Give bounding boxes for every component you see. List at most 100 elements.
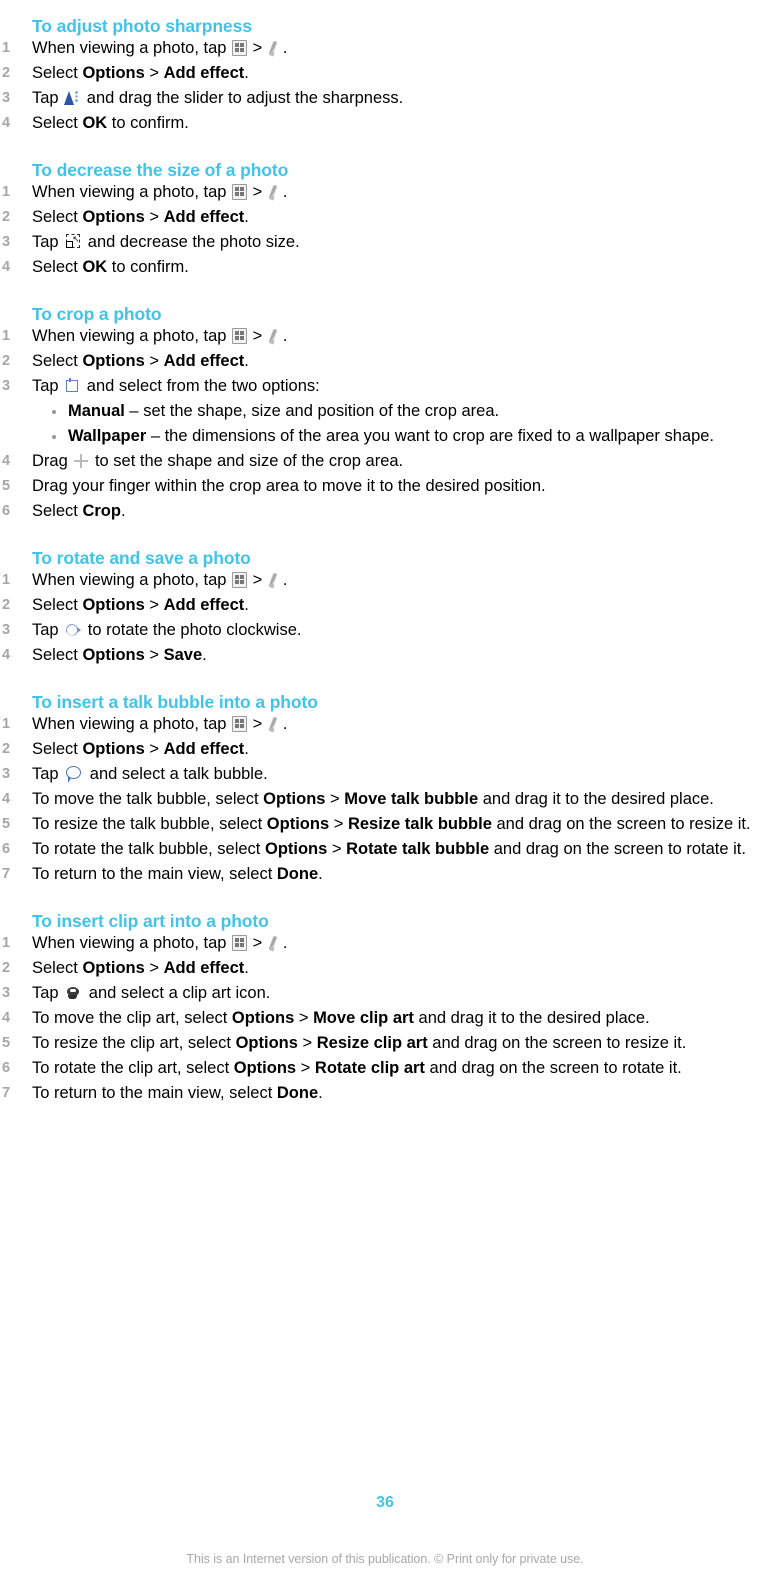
emphasis-text: Manual bbox=[68, 402, 125, 420]
step-text: and decrease the photo size. bbox=[83, 233, 300, 251]
emphasis-text: Options bbox=[82, 64, 145, 82]
step-text: To move the talk bubble, select bbox=[32, 790, 264, 808]
step-text: and select a talk bubble. bbox=[85, 765, 268, 783]
emphasis-text: Crop bbox=[82, 502, 121, 520]
emphasis-text: Options bbox=[82, 208, 145, 226]
step-text: . bbox=[282, 715, 288, 733]
step-text: > bbox=[248, 183, 267, 201]
step-text: Select bbox=[32, 596, 83, 614]
step-text: > bbox=[248, 934, 267, 952]
section-heading: To insert clip art into a photo bbox=[32, 911, 269, 931]
emphasis-text: Options bbox=[82, 352, 145, 370]
step-item: When viewing a photo, tap > . bbox=[0, 36, 770, 61]
emphasis-text: Done bbox=[276, 1084, 319, 1102]
step-text: Select bbox=[32, 959, 83, 977]
step-text: . bbox=[244, 596, 249, 614]
step-text: and drag the slider to adjust the sharpn… bbox=[82, 89, 404, 107]
step-item: When viewing a photo, tap > . bbox=[0, 324, 770, 349]
step-text: . bbox=[282, 571, 288, 589]
step-text: > bbox=[248, 327, 267, 345]
section-heading: To decrease the size of a photo bbox=[32, 160, 289, 180]
resize-icon: ↖ bbox=[65, 234, 81, 250]
step-item: Select Options > Add effect. bbox=[0, 737, 770, 762]
emphasis-text: Add effect bbox=[163, 352, 245, 370]
step-text: Tap bbox=[32, 621, 64, 639]
option-list: Manual – set the shape, size and positio… bbox=[32, 399, 770, 449]
step-text: and drag on the screen to resize it. bbox=[427, 1034, 687, 1052]
step-item: To resize the clip art, select Options >… bbox=[0, 1031, 770, 1056]
step-text: When viewing a photo, tap bbox=[32, 183, 232, 201]
step-text: > bbox=[248, 571, 267, 589]
section-heading: To crop a photo bbox=[32, 304, 162, 324]
emphasis-text: Resize talk bubble bbox=[347, 815, 492, 833]
step-item: When viewing a photo, tap > . bbox=[0, 180, 770, 205]
step-item: Select Options > Add effect. bbox=[0, 349, 770, 374]
pen-icon bbox=[268, 716, 282, 732]
step-text: > bbox=[327, 840, 347, 858]
emphasis-text: Save bbox=[163, 646, 203, 664]
step-text: – the dimensions of the area you want to… bbox=[146, 427, 715, 445]
emphasis-text: Wallpaper bbox=[68, 427, 147, 445]
emphasis-text: Add effect bbox=[163, 596, 245, 614]
step-item: When viewing a photo, tap > . bbox=[0, 712, 770, 737]
step-text: Tap bbox=[32, 984, 64, 1002]
step-text: Select bbox=[32, 646, 83, 664]
step-item: Tap and select a clip art icon. bbox=[0, 981, 770, 1006]
step-text: > bbox=[144, 740, 164, 758]
emphasis-text: Add effect bbox=[163, 208, 245, 226]
clip-art-icon bbox=[65, 986, 82, 1001]
step-text: . bbox=[244, 208, 249, 226]
emphasis-text: OK bbox=[82, 114, 108, 132]
pen-icon bbox=[268, 572, 282, 588]
talk-bubble-icon bbox=[65, 766, 83, 783]
step-list: When viewing a photo, tap > . Select Opti… bbox=[0, 180, 770, 280]
step-text: To return to the main view, select bbox=[32, 1084, 277, 1102]
step-text: . bbox=[244, 959, 249, 977]
step-text: To move the clip art, select bbox=[32, 1009, 232, 1027]
step-text: > bbox=[297, 1034, 317, 1052]
step-item: When viewing a photo, tap > . bbox=[0, 931, 770, 956]
manual-page: To adjust photo sharpness When viewing a … bbox=[0, 0, 770, 1590]
step-text: and drag on the screen to rotate it. bbox=[424, 1059, 682, 1077]
step-text: . bbox=[244, 352, 249, 370]
rotate-icon bbox=[65, 623, 82, 638]
emphasis-text: Resize clip art bbox=[316, 1034, 428, 1052]
step-text: > bbox=[329, 815, 348, 833]
step-text: To resize the talk bubble, select bbox=[32, 815, 267, 833]
emphasis-text: Add effect bbox=[163, 740, 245, 758]
step-item: Tap and drag the slider to adjust the sh… bbox=[0, 86, 770, 111]
page-content: To adjust photo sharpness When viewing a … bbox=[0, 0, 770, 1106]
emphasis-text: Options bbox=[233, 1059, 297, 1077]
option-item: Wallpaper – the dimensions of the area y… bbox=[50, 424, 770, 449]
step-text: Tap bbox=[32, 89, 64, 107]
step-text: > bbox=[144, 596, 164, 614]
emphasis-text: Options bbox=[82, 740, 145, 758]
step-item: Select Options > Add effect. bbox=[0, 956, 770, 981]
step-text: > bbox=[144, 208, 164, 226]
step-text: . bbox=[282, 39, 288, 57]
step-item: To return to the main view, select Done. bbox=[0, 862, 770, 887]
step-text: When viewing a photo, tap bbox=[32, 715, 232, 733]
move-crosshair-icon bbox=[74, 454, 89, 468]
step-text: . bbox=[282, 183, 288, 201]
step-text: > bbox=[248, 39, 267, 57]
step-list: When viewing a photo, tap > . Select Opti… bbox=[0, 712, 770, 887]
step-text: and drag on the screen to resize it. bbox=[491, 815, 751, 833]
step-text: > bbox=[248, 715, 267, 733]
gallery-icon bbox=[232, 40, 248, 56]
crop-icon bbox=[65, 378, 80, 394]
step-text: . bbox=[318, 1084, 323, 1102]
step-text: to confirm. bbox=[107, 114, 189, 132]
step-text: Tap bbox=[32, 765, 64, 783]
emphasis-text: Move clip art bbox=[313, 1009, 414, 1027]
step-text: . bbox=[282, 327, 288, 345]
emphasis-text: Add effect bbox=[163, 959, 245, 977]
step-item: Tap and select a talk bubble. bbox=[0, 762, 770, 787]
pen-icon bbox=[268, 328, 282, 344]
pen-icon bbox=[268, 40, 282, 56]
step-item: Drag your finger within the crop area to… bbox=[0, 474, 770, 499]
step-text: > bbox=[144, 64, 164, 82]
